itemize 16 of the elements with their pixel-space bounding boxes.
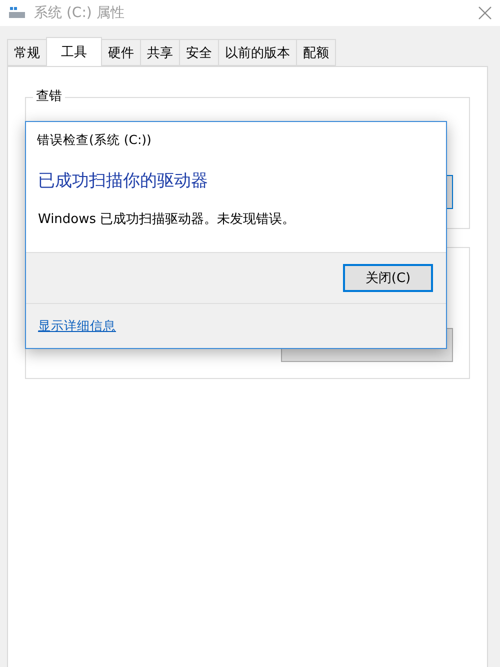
dialog-heading: 已成功扫描你的驱动器 <box>37 170 209 192</box>
tab[interactable]: 工具 <box>46 37 102 66</box>
close-icon[interactable] <box>478 6 492 20</box>
tab[interactable]: 安全 <box>179 39 219 66</box>
close-button[interactable]: 关闭(C) <box>343 264 433 292</box>
tab[interactable]: 以前的版本 <box>218 39 297 66</box>
dialog-message: Windows 已成功扫描驱动器。未发现错误。 <box>37 211 296 228</box>
tab[interactable]: 常规 <box>7 39 47 66</box>
window-title: 系统 (C:) 属性 <box>34 4 126 22</box>
drive-icon <box>8 6 26 20</box>
tab[interactable]: 共享 <box>140 39 180 66</box>
tab[interactable]: 配额 <box>296 39 336 66</box>
dialog-title: 错误检查(系统 (C:)) <box>36 131 152 149</box>
group-title: 查错 <box>33 87 65 105</box>
details-link[interactable]: 显示详细信息 <box>38 318 116 334</box>
tab[interactable]: 硬件 <box>101 39 141 66</box>
